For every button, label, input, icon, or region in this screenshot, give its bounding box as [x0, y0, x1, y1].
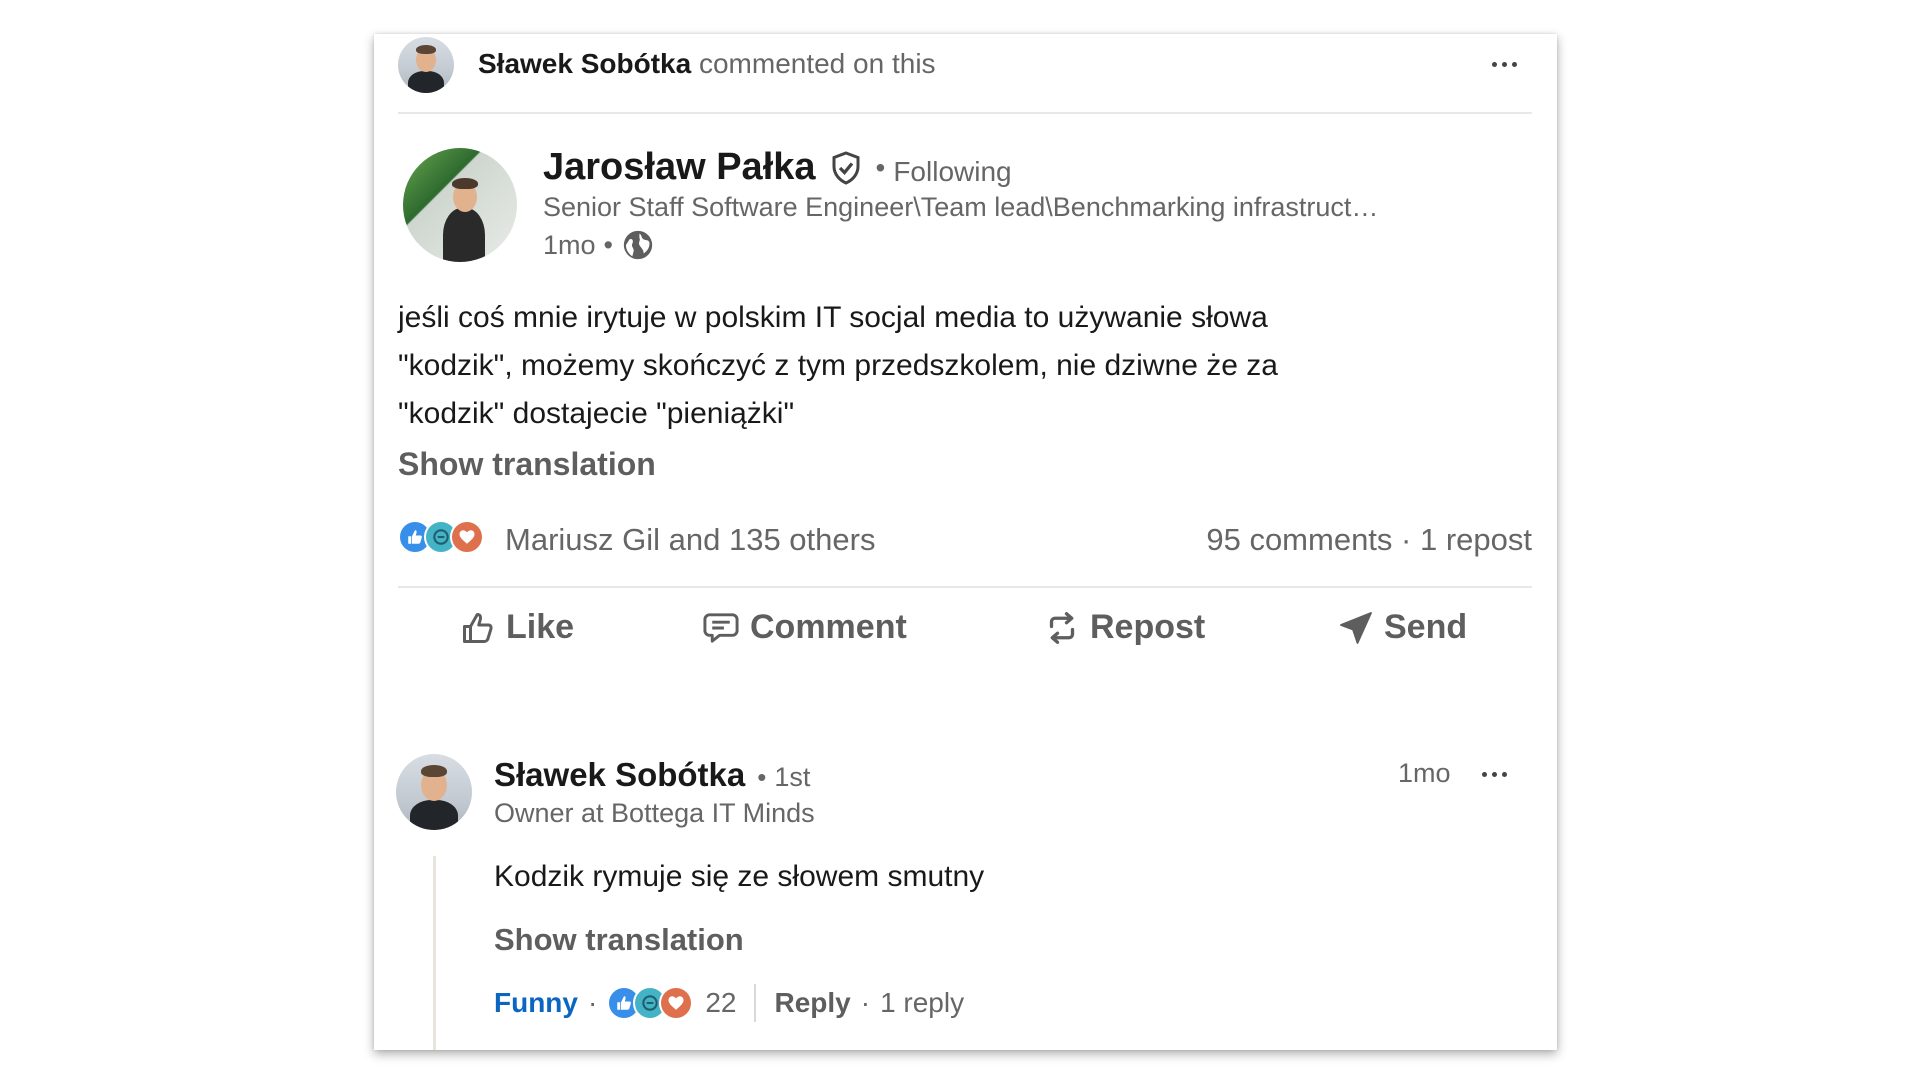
comment-author-line: Sławek Sobótka • 1st: [494, 756, 810, 794]
post-reactions-text[interactable]: Mariusz Gil and 135 others: [505, 522, 875, 558]
post-timestamp: 1mo: [543, 229, 596, 260]
post-show-translation[interactable]: Show translation: [398, 446, 656, 483]
funny-separator: ·: [588, 987, 598, 1018]
post-comments-count[interactable]: 95 comments: [1206, 522, 1392, 557]
post-text: jeśli coś mnie irytuje w polskim IT socj…: [398, 294, 1518, 438]
comment-timestamp: 1mo: [1398, 758, 1451, 788]
comment-reply-count[interactable]: 1 reply: [880, 987, 964, 1019]
globe-icon: [621, 228, 655, 262]
comment-social-bar: Funny · 22 Reply · 1 reply: [494, 984, 964, 1022]
post-author-line: Jarosław Pałka • Following: [543, 146, 1012, 189]
commenter-avatar[interactable]: [398, 37, 454, 93]
feed-post-card: Sławek Sobótka commented on this Jarosła…: [374, 34, 1557, 1050]
post-engagement-counts: 95 comments · 1 repost: [1206, 522, 1532, 558]
send-icon: [1338, 610, 1374, 646]
header-actor-name[interactable]: Sławek Sobótka: [478, 48, 691, 79]
reply-separator: ·: [860, 987, 871, 1018]
comment-more-icon[interactable]: [1482, 772, 1507, 777]
post-text-line: "kodzik" dostajecie "pieniążki": [398, 397, 795, 430]
comment-button[interactable]: Comment: [702, 608, 907, 647]
degree-separator: •: [757, 762, 767, 792]
comment-author-name[interactable]: Sławek Sobótka: [494, 756, 745, 794]
comment-reaction-icons[interactable]: [607, 986, 694, 1020]
comment-funny-reaction[interactable]: Funny: [494, 987, 578, 1019]
send-label: Send: [1384, 608, 1468, 646]
header-more-icon[interactable]: [1492, 62, 1517, 67]
comment-thread-line: [433, 856, 436, 1050]
post-author-name[interactable]: Jarosław Pałka: [543, 146, 816, 189]
repost-button[interactable]: Repost: [1044, 608, 1205, 647]
header-divider: [398, 112, 1532, 114]
comment-author-headline: Owner at Bottega IT Minds: [494, 798, 815, 828]
comment-label: Comment: [750, 608, 907, 646]
send-button[interactable]: Send: [1338, 608, 1467, 647]
repost-icon: [1044, 610, 1080, 646]
comment-bar-divider: [754, 984, 757, 1022]
follow-separator: •: [875, 151, 886, 183]
comment-show-translation[interactable]: Show translation: [494, 922, 744, 958]
like-label: Like: [506, 608, 575, 646]
post-author-headline: Senior Staff Software Engineer\Team lead…: [543, 192, 1379, 222]
comment-text: Kodzik rymuje się ze słowem smutny: [494, 860, 985, 893]
post-text-line: "kodzik", możemy skończyć z tym przedszk…: [398, 349, 1278, 382]
comment-author-avatar[interactable]: [396, 754, 472, 830]
header-line: Sławek Sobótka commented on this: [478, 48, 936, 80]
meta-separator: •: [603, 229, 613, 260]
like-button[interactable]: Like: [460, 608, 574, 647]
post-text-line: jeśli coś mnie irytuje w polskim IT socj…: [398, 301, 1268, 334]
love-reaction-icon: [659, 986, 694, 1020]
post-author-avatar[interactable]: [403, 148, 517, 262]
repost-label: Repost: [1090, 608, 1206, 646]
comment-icon: [702, 610, 740, 646]
follow-status[interactable]: Following: [893, 156, 1011, 188]
like-icon: [460, 610, 496, 646]
comment-reply-button[interactable]: Reply: [774, 987, 850, 1019]
header-actor-action: commented on this: [698, 48, 936, 79]
comment-author-degree: 1st: [774, 762, 811, 792]
engagement-separator: ·: [1401, 522, 1420, 557]
post-reaction-icons[interactable]: [398, 520, 484, 554]
verified-icon: [828, 150, 864, 186]
social-divider: [398, 586, 1532, 588]
love-reaction-icon: [450, 520, 484, 554]
post-reposts-count[interactable]: 1 repost: [1420, 522, 1532, 557]
comment-reaction-count[interactable]: 22: [705, 987, 736, 1019]
post-meta: 1mo •: [543, 228, 655, 262]
